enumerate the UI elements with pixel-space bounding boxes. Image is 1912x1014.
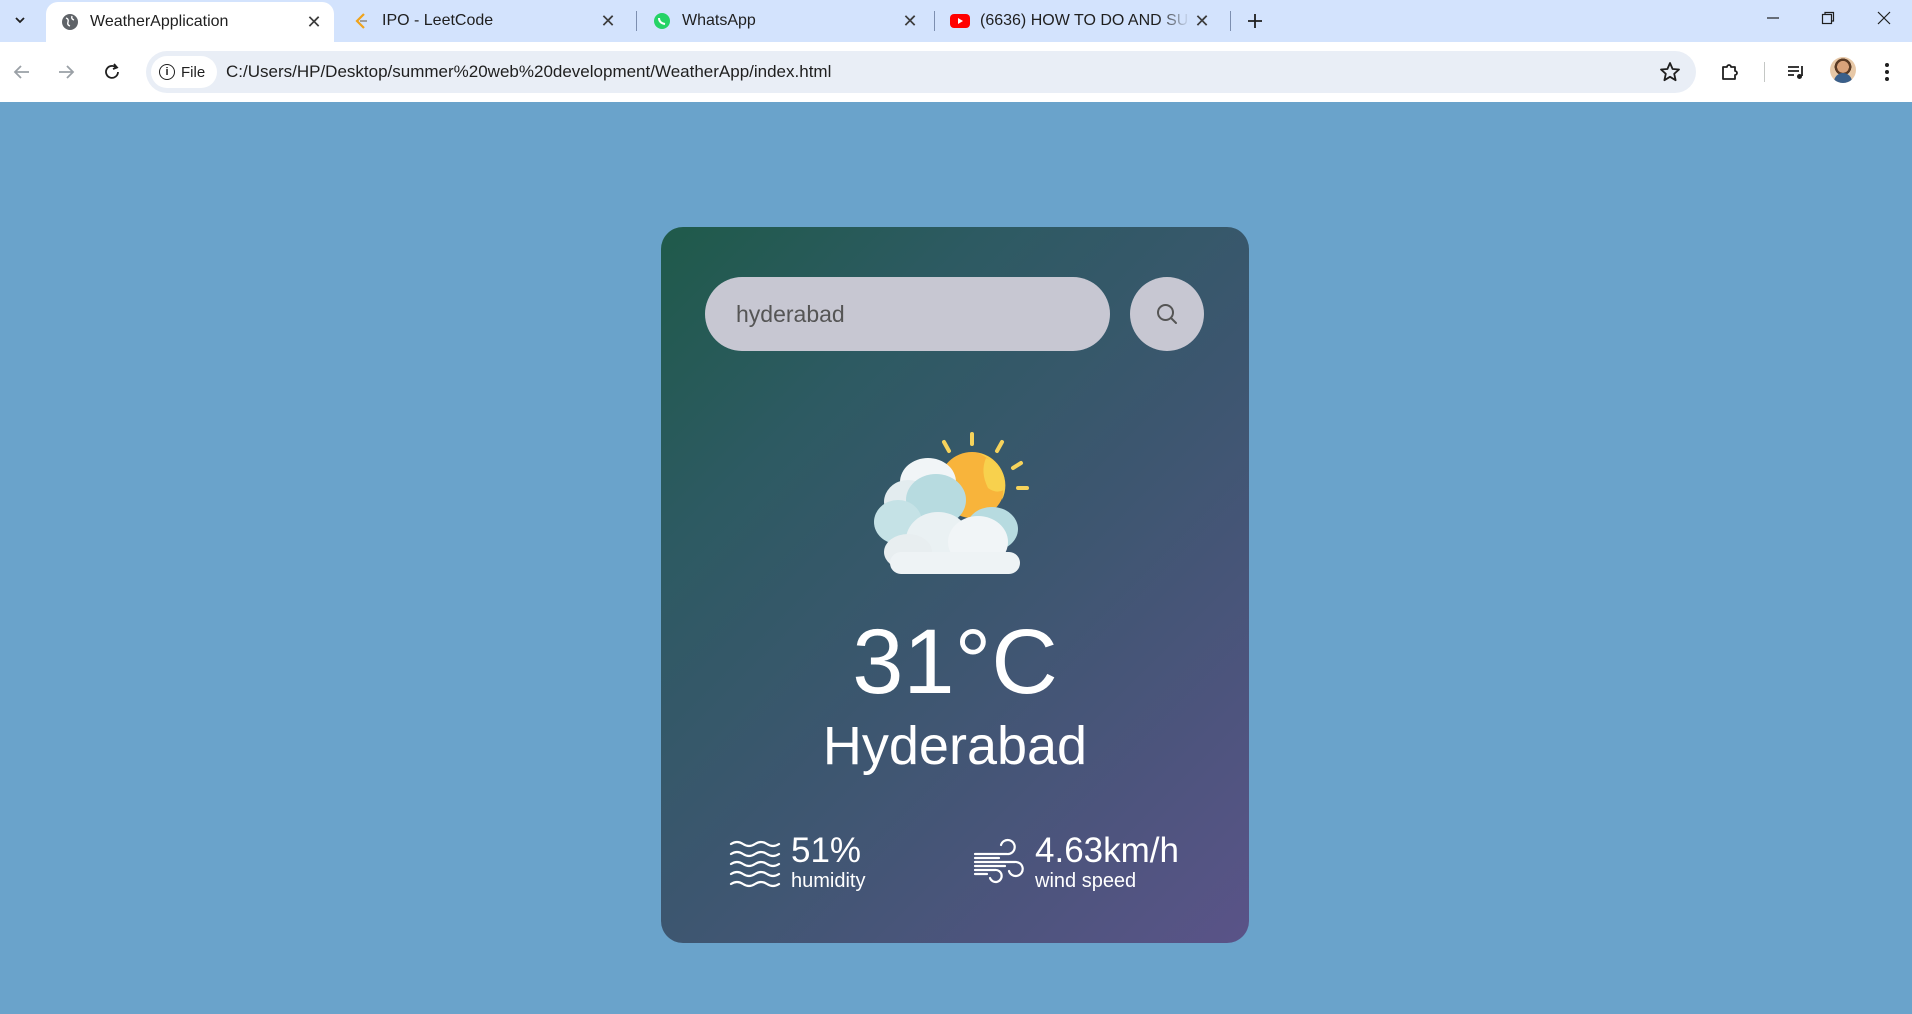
weather-card: 31°C Hyderabad 51% humidity	[661, 227, 1249, 943]
browser-toolbar: i File C:/Users/HP/Desktop/summer%20web%…	[0, 42, 1912, 102]
tab-separator	[1230, 11, 1231, 31]
wind-icon	[973, 838, 1024, 884]
address-bar[interactable]: i File C:/Users/HP/Desktop/summer%20web%…	[146, 51, 1696, 93]
tab-title: (6636) HOW TO DO AND SUBMIT	[980, 12, 1190, 29]
partly-cloudy-icon	[874, 432, 1029, 574]
city-search-input[interactable]	[705, 277, 1110, 351]
close-icon[interactable]: ✕	[302, 10, 326, 34]
wind-detail: 4.63km/h wind speed	[973, 832, 1179, 892]
arrow-right-icon	[59, 65, 75, 79]
humidity-value: 51%	[791, 831, 862, 870]
close-icon[interactable]: ✕	[898, 9, 922, 33]
tab-strip: WeatherApplication ✕ IPO - LeetCode ✕ Wh…	[0, 0, 1912, 42]
tab-youtube[interactable]: (6636) HOW TO DO AND SUBMIT ✕	[936, 0, 1222, 42]
wind-text: 4.63km/h wind speed	[1035, 831, 1179, 893]
search-button[interactable]	[1130, 277, 1204, 351]
tab-separator	[636, 11, 637, 31]
tab-weatherapplication[interactable]: WeatherApplication ✕	[46, 2, 334, 42]
close-icon[interactable]: ✕	[596, 9, 620, 33]
close-icon[interactable]: ✕	[1190, 9, 1214, 33]
tab-whatsapp[interactable]: WhatsApp ✕	[638, 0, 930, 42]
temperature-value: 31°C	[852, 611, 1058, 713]
profile-avatar[interactable]	[1830, 57, 1856, 83]
leetcode-icon	[352, 11, 372, 31]
minimize-icon	[1767, 17, 1779, 19]
chevron-down-icon	[15, 17, 25, 24]
site-info-chip[interactable]: i File	[151, 56, 217, 88]
browser-menu-button[interactable]	[1871, 56, 1903, 88]
new-tab-button[interactable]	[1240, 6, 1270, 36]
puzzle-icon	[1722, 64, 1738, 80]
tab-title: WhatsApp	[682, 12, 756, 29]
whatsapp-icon	[652, 11, 672, 31]
extensions-button[interactable]	[1714, 56, 1746, 88]
bookmark-star-icon[interactable]	[1658, 60, 1682, 84]
queue-music-icon	[1788, 66, 1803, 79]
forward-button[interactable]	[48, 54, 84, 90]
chip-label: File	[181, 63, 206, 81]
reload-button[interactable]	[94, 54, 130, 90]
info-icon: i	[159, 64, 175, 80]
url-text[interactable]: C:/Users/HP/Desktop/summer%20web%20devel…	[226, 51, 831, 93]
restore-button[interactable]	[1800, 0, 1856, 36]
tab-title: IPO - LeetCode	[382, 12, 494, 29]
humidity-detail: 51% humidity	[729, 832, 865, 892]
tab-leetcode[interactable]: IPO - LeetCode ✕	[338, 0, 628, 42]
reload-icon	[105, 63, 119, 79]
city-name: Hyderabad	[822, 716, 1088, 776]
close-icon	[1877, 11, 1891, 25]
minimize-button[interactable]	[1745, 0, 1801, 36]
humidity-label: humidity	[791, 870, 866, 892]
back-button[interactable]	[4, 54, 40, 90]
arrow-left-icon	[13, 65, 29, 79]
wind-speed-label: wind speed	[1035, 870, 1137, 892]
toolbar-separator	[1764, 62, 1765, 82]
humidity-text: 51% humidity	[791, 831, 866, 893]
tab-search-button[interactable]	[6, 6, 34, 34]
restore-icon	[1821, 11, 1835, 25]
globe-icon	[60, 12, 80, 32]
humidity-icon	[729, 840, 781, 888]
wind-speed-value: 4.63km/h	[1035, 831, 1179, 870]
tab-separator	[934, 11, 935, 31]
plus-icon	[1248, 14, 1262, 28]
more-vertical-icon	[1885, 63, 1889, 81]
tab-title: WeatherApplication	[90, 13, 229, 30]
search-icon	[1157, 304, 1177, 324]
youtube-icon	[950, 11, 970, 31]
media-control-button[interactable]	[1780, 56, 1812, 88]
close-window-button[interactable]	[1856, 0, 1912, 36]
